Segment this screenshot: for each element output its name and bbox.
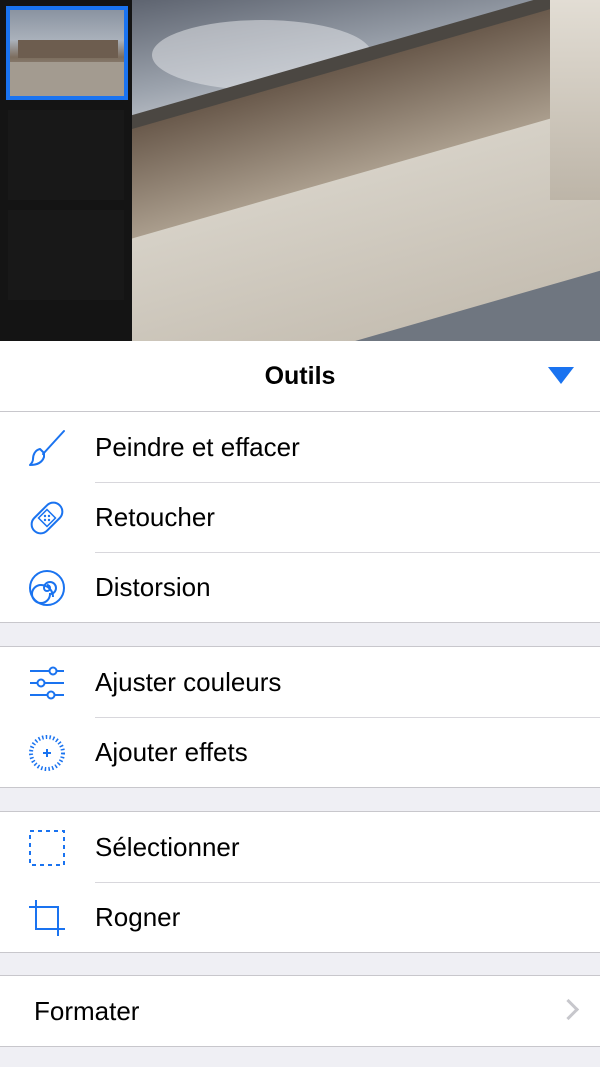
spiral-icon <box>29 570 65 606</box>
tool-paint-erase[interactable]: Peindre et effacer <box>0 412 600 482</box>
chevron-right-icon <box>557 998 580 1021</box>
tool-label: Rogner <box>95 902 181 932</box>
tools-group-format: Formater <box>0 975 600 1047</box>
tools-title: Outils <box>264 362 336 390</box>
main-photo[interactable] <box>132 0 600 341</box>
tool-label: Retoucher <box>95 502 215 532</box>
sparkle-circle-icon <box>29 735 65 771</box>
tool-crop[interactable]: Rogner <box>0 882 600 952</box>
tools-group-selection: Sélectionner Rogner <box>0 811 600 953</box>
tool-label: Formater <box>34 996 140 1026</box>
thumbnail-placeholder <box>8 210 124 300</box>
crop-icon <box>29 900 65 936</box>
photo-area <box>0 0 600 341</box>
tool-format[interactable]: Formater <box>0 976 600 1046</box>
tool-label: Sélectionner <box>95 832 240 862</box>
photo-right-building <box>550 0 600 200</box>
thumbnail-buildings <box>18 40 118 58</box>
triangle-down-icon[interactable] <box>548 367 574 384</box>
tool-select[interactable]: Sélectionner <box>0 812 600 882</box>
tools-sheet: Outils Peindre et effacer Retoucher Dist… <box>0 341 600 1067</box>
tool-add-effects[interactable]: Ajouter effets <box>0 717 600 787</box>
thumbnail-ground <box>10 62 124 96</box>
tool-label: Ajouter effets <box>95 737 248 767</box>
bandage-icon <box>30 501 64 535</box>
thumbnail-placeholder <box>8 110 124 200</box>
sliders-icon <box>30 666 64 700</box>
tool-label: Ajuster couleurs <box>95 667 282 697</box>
selected-thumbnail[interactable] <box>6 6 128 100</box>
tools-header: Outils <box>0 341 600 412</box>
tools-group-color: Ajuster couleurs Ajouter effets <box>0 646 600 788</box>
brush-icon <box>29 430 65 466</box>
tools-group-edit: Peindre et effacer Retoucher Distorsion <box>0 411 600 623</box>
tool-distortion[interactable]: Distorsion <box>0 552 600 622</box>
tool-label: Distorsion <box>95 572 211 602</box>
dashed-selection-icon <box>29 830 65 866</box>
tool-retouch[interactable]: Retoucher <box>0 482 600 552</box>
tool-adjust-colors[interactable]: Ajuster couleurs <box>0 647 600 717</box>
thumbnail-strip[interactable] <box>0 0 132 341</box>
tool-label: Peindre et effacer <box>95 432 300 462</box>
